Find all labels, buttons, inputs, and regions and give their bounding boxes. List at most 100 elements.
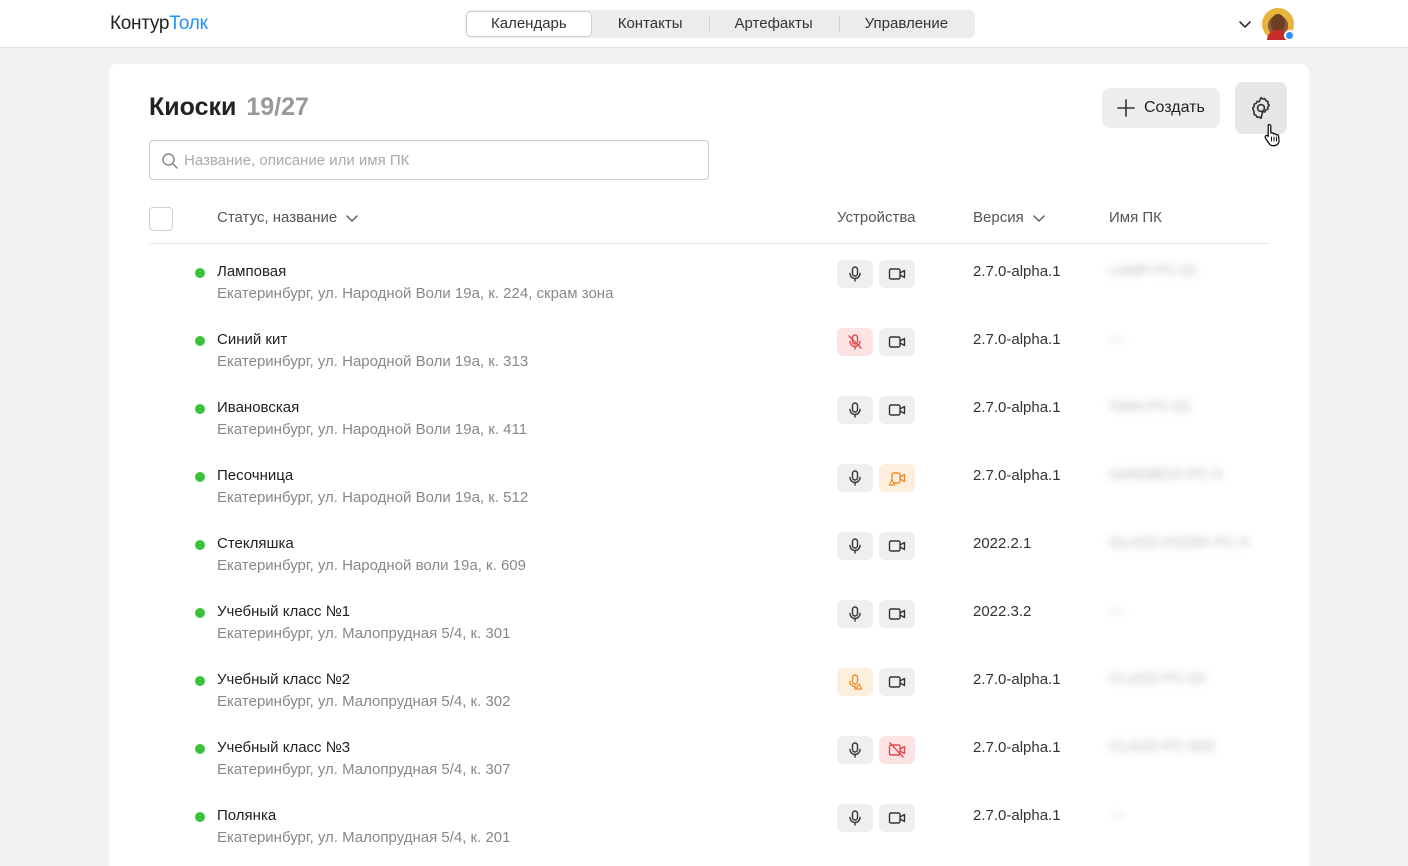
camera-status[interactable] bbox=[879, 736, 915, 764]
table-row[interactable]: Учебный класс №3 Екатеринбург, ул. Малопр… bbox=[149, 720, 1269, 788]
kiosk-version: 2.7.0-alpha.1 bbox=[973, 467, 1061, 484]
table-row[interactable]: Ламповая Екатеринбург, ул. Народной Воли … bbox=[149, 244, 1269, 312]
plus-icon bbox=[1117, 99, 1135, 117]
kiosk-version: 2022.2.1 bbox=[973, 535, 1032, 552]
kiosk-version: 2.7.0-alpha.1 bbox=[973, 331, 1061, 348]
camera-status[interactable] bbox=[879, 600, 915, 628]
kiosk-pc-name: — bbox=[1109, 806, 1124, 823]
avatar[interactable] bbox=[1262, 8, 1295, 41]
microphone-status[interactable] bbox=[837, 532, 873, 560]
microphone-off-icon bbox=[846, 333, 864, 351]
select-all-checkbox[interactable] bbox=[149, 207, 173, 231]
kiosk-name[interactable]: Синий кит bbox=[217, 331, 287, 348]
microphone-status[interactable] bbox=[837, 736, 873, 764]
table-row[interactable]: Песочница Екатеринбург, ул. Народной Воли… bbox=[149, 448, 1269, 516]
kiosk-address: Екатеринбург, ул. Малопрудная 5/4, к. 30… bbox=[217, 761, 511, 778]
camera-status[interactable] bbox=[879, 260, 915, 288]
kiosk-version: 2.7.0-alpha.1 bbox=[973, 739, 1061, 756]
kiosk-name[interactable]: Ивановская bbox=[217, 399, 299, 416]
main-nav: Календарь Контакты Артефакты Управление bbox=[465, 10, 976, 38]
table-row[interactable]: Учебный класс №2 Екатеринбург, ул. Малопр… bbox=[149, 652, 1269, 720]
chevron-down-icon bbox=[1033, 214, 1045, 222]
column-version-label: Версия bbox=[973, 209, 1024, 226]
column-status-name[interactable]: Статус, название bbox=[217, 209, 359, 226]
kiosk-name[interactable]: Песочница bbox=[217, 467, 293, 484]
camera-icon bbox=[888, 537, 906, 555]
status-online-dot bbox=[195, 540, 205, 550]
table-row[interactable]: Стекляшка Екатеринбург, ул. Народной воли… bbox=[149, 516, 1269, 584]
kiosk-name[interactable]: Стекляшка bbox=[217, 535, 294, 552]
create-button-label: Создать bbox=[1144, 99, 1205, 116]
microphone-icon bbox=[846, 537, 864, 555]
chevron-down-icon[interactable] bbox=[1237, 16, 1253, 32]
table-row[interactable]: Учебный класс №1 Екатеринбург, ул. Малопр… bbox=[149, 584, 1269, 652]
table-row[interactable]: Синий кит Екатеринбург, ул. Народной Воли… bbox=[149, 312, 1269, 380]
camera-status[interactable] bbox=[879, 804, 915, 832]
table-row[interactable]: Ивановская Екатеринбург, ул. Народной Вол… bbox=[149, 380, 1269, 448]
microphone-status[interactable] bbox=[837, 668, 873, 696]
microphone-status[interactable] bbox=[837, 396, 873, 424]
online-indicator bbox=[1284, 30, 1295, 41]
status-online-dot bbox=[195, 812, 205, 822]
status-online-dot bbox=[195, 404, 205, 414]
kiosk-name[interactable]: Учебный класс №2 bbox=[217, 671, 350, 688]
search-input[interactable] bbox=[184, 141, 694, 179]
status-online-dot bbox=[195, 608, 205, 618]
microphone-icon bbox=[846, 605, 864, 623]
top-bar: КонтурТолк Календарь Контакты Артефакты … bbox=[0, 0, 1408, 48]
column-version[interactable]: Версия bbox=[973, 209, 1046, 226]
status-online-dot bbox=[195, 336, 205, 346]
kiosk-name[interactable]: Полянка bbox=[217, 807, 276, 824]
table-header: Статус, название Устройства Версия Имя П… bbox=[149, 204, 1269, 244]
microphone-status[interactable] bbox=[837, 804, 873, 832]
tab-artifacts[interactable]: Артефакты bbox=[708, 11, 839, 37]
page-title-text: Киоски bbox=[149, 93, 237, 121]
microphone-icon bbox=[846, 469, 864, 487]
kiosk-name[interactable]: Учебный класс №3 bbox=[217, 739, 350, 756]
camera-status[interactable] bbox=[879, 328, 915, 356]
microphone-status[interactable] bbox=[837, 600, 873, 628]
column-pc-name-label: Имя ПК bbox=[1109, 209, 1162, 226]
kiosk-version: 2.7.0-alpha.1 bbox=[973, 671, 1061, 688]
camera-icon bbox=[888, 673, 906, 691]
kiosk-pc-name: CLASS-PC-003 bbox=[1109, 738, 1215, 755]
page-title: Киоски 19/27 bbox=[149, 93, 309, 122]
kiosk-pc-name: IVAN-PC-02 bbox=[1109, 398, 1191, 415]
kiosk-name[interactable]: Учебный класс №1 bbox=[217, 603, 350, 620]
logo-brand: Контур bbox=[110, 13, 170, 34]
microphone-icon bbox=[846, 809, 864, 827]
table-row[interactable]: Полянка Екатеринбург, ул. Малопрудная 5/4… bbox=[149, 788, 1269, 856]
kiosk-address: Екатеринбург, ул. Народной Воли 19а, к. … bbox=[217, 421, 528, 438]
camera-status[interactable] bbox=[879, 668, 915, 696]
kiosk-pc-name: LAMP-PC-01 bbox=[1109, 262, 1198, 279]
kiosk-name[interactable]: Ламповая bbox=[217, 263, 286, 280]
kiosk-count: 19/27 bbox=[246, 93, 309, 121]
column-status-name-label: Статус, название bbox=[217, 209, 338, 226]
microphone-status[interactable] bbox=[837, 464, 873, 492]
status-online-dot bbox=[195, 744, 205, 754]
logo-product: Толк bbox=[169, 13, 208, 34]
kiosk-version: 2.7.0-alpha.1 bbox=[973, 263, 1061, 280]
kiosk-address: Екатеринбург, ул. Народной Воли 19а, к. … bbox=[217, 285, 614, 302]
kiosk-address: Екатеринбург, ул. Малопрудная 5/4, к. 30… bbox=[217, 693, 511, 710]
microphone-status[interactable] bbox=[837, 260, 873, 288]
camera-status[interactable] bbox=[879, 532, 915, 560]
camera-icon bbox=[888, 401, 906, 419]
tab-calendar[interactable]: Календарь bbox=[466, 11, 592, 37]
tab-contacts[interactable]: Контакты bbox=[592, 11, 709, 37]
camera-icon bbox=[888, 605, 906, 623]
kiosk-pc-name: — bbox=[1109, 602, 1124, 619]
kiosk-address: Екатеринбург, ул. Малопрудная 5/4, к. 20… bbox=[217, 829, 511, 846]
camera-icon bbox=[888, 809, 906, 827]
microphone-warning-icon bbox=[846, 673, 864, 691]
gear-icon bbox=[1251, 96, 1271, 120]
kiosk-address: Екатеринбург, ул. Народной воли 19а, к. … bbox=[217, 557, 526, 574]
camera-status[interactable] bbox=[879, 464, 915, 492]
create-button[interactable]: Создать bbox=[1102, 88, 1220, 128]
camera-status[interactable] bbox=[879, 396, 915, 424]
kiosk-pc-name: CLASS-PC-02 bbox=[1109, 670, 1206, 687]
microphone-icon bbox=[846, 741, 864, 759]
tab-management[interactable]: Управление bbox=[838, 11, 974, 37]
microphone-status[interactable] bbox=[837, 328, 873, 356]
app-logo[interactable]: КонтурТолк bbox=[110, 13, 208, 35]
